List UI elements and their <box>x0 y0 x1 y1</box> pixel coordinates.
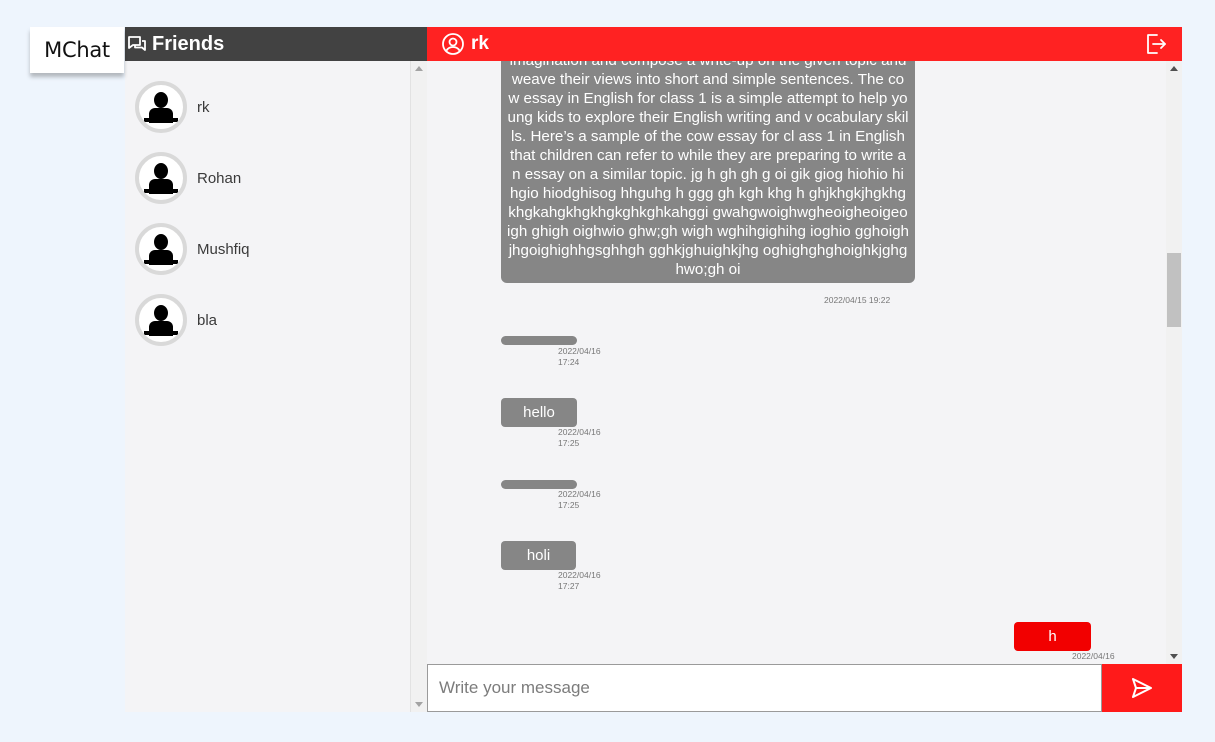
scrollbar-thumb[interactable] <box>1167 253 1181 327</box>
friends-header: Friends <box>125 27 427 61</box>
message-bubble: imagination and compose a write-up on th… <box>501 61 915 283</box>
friend-name: bla <box>197 311 218 329</box>
message-timestamp: 2022/04/16 17:25 <box>558 489 601 511</box>
friend-name: Mushfiq <box>197 240 250 258</box>
chat-scrollbar[interactable] <box>1166 61 1182 664</box>
chat-messages-area: imagination and compose a write-up on th… <box>427 61 1167 664</box>
message-timestamp: 2022/04/15 19:22 <box>824 295 891 305</box>
message-date: 2022/04/16 <box>558 570 601 580</box>
scroll-down-arrow-icon[interactable] <box>1170 654 1178 659</box>
message-input[interactable] <box>428 665 1101 711</box>
friends-panel: Friends rk Rohan Mushfiq bla <box>125 27 427 712</box>
message-timestamp: 2022/04/16 17:24 <box>558 346 601 368</box>
message-time: 17:27 <box>558 581 580 591</box>
message-date: 2022/04/16 <box>558 427 601 437</box>
friend-item-rohan[interactable]: Rohan <box>135 152 395 204</box>
scroll-up-arrow-icon[interactable] <box>415 66 423 71</box>
avatar <box>135 223 187 275</box>
message-bubble-empty <box>501 480 577 489</box>
chat-title: rk <box>471 33 489 54</box>
friend-item-mushfiq[interactable]: Mushfiq <box>135 223 395 275</box>
message-bubble: holi <box>501 541 576 570</box>
message-bubble: hello <box>501 398 577 427</box>
message-time: 17:25 <box>558 438 580 448</box>
avatar <box>135 152 187 204</box>
scroll-up-arrow-icon[interactable] <box>1170 66 1178 71</box>
message-date: 2022/04/16 <box>558 489 601 499</box>
app-logo-text: MChat <box>44 38 110 62</box>
friend-item-bla[interactable]: bla <box>135 294 395 346</box>
friends-list: rk Rohan Mushfiq bla <box>125 61 410 712</box>
message-time: 17:25 <box>558 500 580 510</box>
message-timestamp: 2022/04/16 17:25 <box>558 427 601 449</box>
avatar <box>135 294 187 346</box>
friend-item-rk[interactable]: rk <box>135 81 395 133</box>
avatar <box>135 81 187 133</box>
friend-name: Rohan <box>197 169 242 187</box>
message-time: 17:24 <box>558 357 580 367</box>
logout-icon[interactable] <box>1144 32 1168 56</box>
send-icon <box>1132 678 1152 698</box>
message-timestamp: 2022/04/16 <box>1072 651 1115 661</box>
friends-scrollbar[interactable] <box>410 61 427 712</box>
message-bubble-empty <box>501 336 577 345</box>
message-input-container <box>427 664 1102 712</box>
chat-header: rk <box>427 27 1182 61</box>
send-button[interactable] <box>1102 664 1182 712</box>
message-timestamp: 2022/04/16 17:27 <box>558 570 601 592</box>
friends-title: Friends <box>152 32 225 55</box>
chat-bubbles-icon <box>127 34 147 54</box>
friend-name: rk <box>197 98 210 116</box>
message-date: 2022/04/16 <box>558 346 601 356</box>
scroll-down-arrow-icon[interactable] <box>415 702 423 707</box>
app-logo: MChat <box>30 27 124 73</box>
user-circle-icon <box>442 33 464 55</box>
my-message-bubble: h <box>1014 622 1091 651</box>
